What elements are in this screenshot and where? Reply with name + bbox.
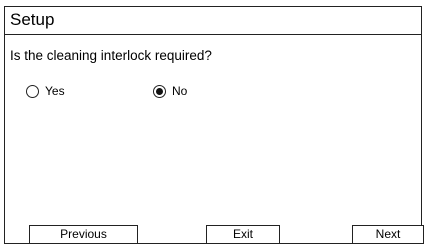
radio-option-no[interactable]: No: [153, 83, 187, 99]
setup-dialog: Setup Is the cleaning interlock required…: [4, 6, 424, 244]
question-text: Is the cleaning interlock required?: [10, 48, 212, 63]
next-button[interactable]: Next: [352, 225, 424, 244]
radio-label-no: No: [172, 84, 188, 98]
title-bar: Setup: [5, 7, 421, 35]
radio-label-yes: Yes: [45, 84, 65, 98]
previous-button[interactable]: Previous: [29, 225, 138, 244]
radio-selected-icon[interactable]: [153, 84, 166, 98]
page-title: Setup: [10, 10, 55, 29]
radio-option-yes[interactable]: Yes: [26, 83, 65, 99]
exit-button[interactable]: Exit: [206, 225, 280, 244]
radio-unselected-icon[interactable]: [26, 84, 39, 98]
radio-dot-icon: [156, 87, 163, 95]
